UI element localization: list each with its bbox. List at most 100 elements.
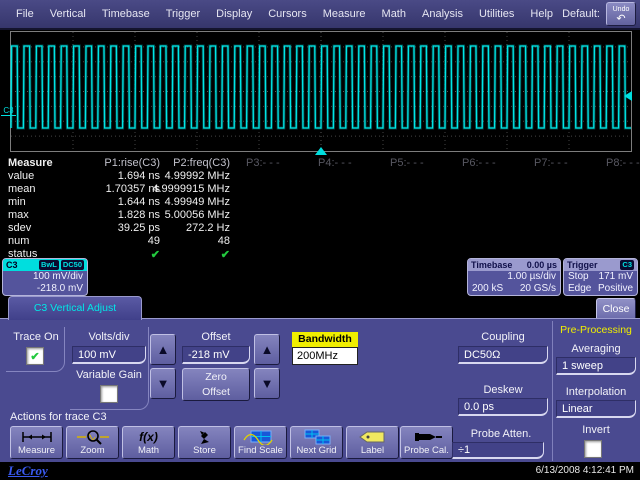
offset-label: Offset bbox=[182, 331, 250, 343]
menu-display[interactable]: Display bbox=[216, 8, 252, 20]
probe-cal-icon bbox=[401, 429, 452, 445]
menu-timebase[interactable]: Timebase bbox=[102, 8, 150, 20]
default-label: Default: bbox=[562, 8, 600, 20]
p5-header[interactable]: P5:- - - bbox=[390, 157, 454, 169]
action-label: Next Grid bbox=[291, 445, 342, 456]
channel-zero-marker[interactable]: C3 bbox=[1, 106, 16, 116]
measure-row-max: max 1.828 ns 5.00056 MHz bbox=[0, 209, 640, 222]
timebase-title: Timebase bbox=[471, 259, 512, 271]
probe-atten-field[interactable]: ÷1 bbox=[452, 442, 544, 459]
volts-div-field[interactable]: 100 mV bbox=[72, 346, 146, 364]
trigger-mode: Stop bbox=[568, 271, 589, 283]
next-grid-icon bbox=[291, 429, 342, 445]
menu-file[interactable]: File bbox=[16, 8, 34, 20]
label-icon bbox=[347, 429, 398, 445]
offset-field[interactable]: -218 mV bbox=[182, 346, 250, 364]
trace-on-checkbox[interactable]: ✔ bbox=[26, 347, 44, 365]
c3-voltsdiv: 100 mV/div bbox=[3, 271, 87, 283]
volts-div-down-button[interactable]: ▼ bbox=[150, 368, 176, 399]
zoom-action-button[interactable]: Zoom bbox=[66, 426, 119, 459]
invert-label: Invert bbox=[560, 424, 632, 436]
down-arrow-icon: ▼ bbox=[157, 376, 170, 391]
variable-gain-checkbox[interactable] bbox=[100, 385, 118, 403]
down-arrow-icon: ▼ bbox=[261, 376, 274, 391]
deskew-field[interactable]: 0.0 ps bbox=[458, 398, 548, 416]
up-arrow-icon: ▲ bbox=[261, 342, 274, 357]
c3-title: C3 bbox=[6, 259, 18, 271]
next-grid-action-button[interactable]: Next Grid bbox=[290, 426, 343, 459]
trigger-level-marker-icon[interactable] bbox=[624, 91, 632, 101]
undo-button[interactable]: Undo ↶ bbox=[606, 2, 636, 26]
menu-math[interactable]: Math bbox=[382, 8, 406, 20]
label-action-button[interactable]: Label bbox=[346, 426, 399, 459]
bwl-badge: BwL bbox=[39, 260, 59, 270]
action-label: Math bbox=[123, 445, 174, 456]
timebase-delay: 0.00 µs bbox=[527, 259, 557, 271]
menu-analysis[interactable]: Analysis bbox=[422, 8, 463, 20]
preprocessing-divider bbox=[552, 321, 553, 461]
c3-vertical-adjust-dialog: Trace On ✔ Volts/div 100 mV Variable Gai… bbox=[0, 318, 640, 462]
zoom-icon bbox=[67, 429, 118, 445]
menu-vertical[interactable]: Vertical bbox=[50, 8, 86, 20]
trace-on-label: Trace On bbox=[10, 331, 62, 343]
store-action-button[interactable]: Store bbox=[178, 426, 231, 459]
probe-cal-action-button[interactable]: Probe Cal. bbox=[400, 426, 453, 459]
p8-header[interactable]: P8:- - - bbox=[606, 157, 640, 169]
measure-action-button[interactable]: Measure bbox=[10, 426, 63, 459]
trace-on-check-icon: ✔ bbox=[30, 351, 39, 363]
actions-label: Actions for trace C3 bbox=[10, 411, 150, 423]
trigger-descriptor-box[interactable]: Trigger C3 Stop 171 mV Edge Positive bbox=[563, 258, 638, 296]
menu-measure[interactable]: Measure bbox=[323, 8, 366, 20]
menu-trigger[interactable]: Trigger bbox=[166, 8, 200, 20]
measure-row-sdev: sdev 39.25 ps 272.2 Hz bbox=[0, 222, 640, 235]
trigger-time-marker-icon[interactable] bbox=[315, 147, 327, 155]
p2-sdev: 272.2 Hz bbox=[128, 222, 230, 234]
find-scale-icon bbox=[235, 429, 286, 445]
interpolation-field[interactable]: Linear bbox=[556, 400, 636, 418]
status-bar: LeCroy 6/13/2008 4:12:41 PM bbox=[0, 462, 640, 480]
p2-value: 4.99992 MHz bbox=[128, 170, 230, 182]
menu-bar: File Vertical Timebase Trigger Display C… bbox=[0, 0, 640, 30]
tab-c3-vertical-adjust[interactable]: C3 Vertical Adjust bbox=[8, 296, 142, 320]
trigger-title: Trigger bbox=[567, 259, 598, 271]
undo-icon: ↶ bbox=[616, 13, 625, 25]
find-scale-action-button[interactable]: Find Scale bbox=[234, 426, 287, 459]
offset-down-button[interactable]: ▼ bbox=[254, 368, 280, 399]
math-icon: f(x) bbox=[123, 429, 174, 445]
math-action-button[interactable]: f(x) Math bbox=[122, 426, 175, 459]
action-label: Measure bbox=[11, 445, 62, 456]
p3-header[interactable]: P3:- - - bbox=[246, 157, 310, 169]
bandwidth-label: Bandwidth bbox=[292, 332, 358, 347]
waveform-grid bbox=[10, 31, 632, 152]
p6-header[interactable]: P6:- - - bbox=[462, 157, 526, 169]
menu-utilities[interactable]: Utilities bbox=[479, 8, 514, 20]
volts-div-up-button[interactable]: ▲ bbox=[150, 334, 176, 365]
measure-icon bbox=[11, 429, 62, 445]
p2-header[interactable]: P2:freq(C3) bbox=[128, 157, 230, 169]
p2-max: 5.00056 MHz bbox=[128, 209, 230, 221]
zero-offset-line1: Zero bbox=[205, 371, 227, 383]
coupling-field[interactable]: DC50Ω bbox=[458, 346, 548, 364]
probe-atten-label: Probe Atten. bbox=[455, 428, 547, 440]
preprocessing-label: Pre-Processing bbox=[554, 324, 638, 336]
p4-header[interactable]: P4:- - - bbox=[318, 157, 382, 169]
c3-descriptor-box[interactable]: C3 BwL DC50 100 mV/div -218.0 mV bbox=[2, 258, 88, 296]
trigger-level: 171 mV bbox=[599, 271, 633, 283]
undo-label: Undo bbox=[613, 6, 630, 13]
menu-cursors[interactable]: Cursors bbox=[268, 8, 307, 20]
up-arrow-icon: ▲ bbox=[157, 342, 170, 357]
menu-help[interactable]: Help bbox=[530, 8, 553, 20]
c3-descriptor-header: C3 BwL DC50 bbox=[3, 259, 87, 271]
averaging-field[interactable]: 1 sweep bbox=[556, 357, 636, 375]
oscilloscope-screen: File Vertical Timebase Trigger Display C… bbox=[0, 0, 640, 480]
invert-checkbox[interactable] bbox=[584, 440, 602, 458]
p2-min: 4.99949 MHz bbox=[128, 196, 230, 208]
timebase-descriptor-box[interactable]: Timebase 0.00 µs 1.00 µs/div 200 kS 20 G… bbox=[467, 258, 561, 296]
lecroy-logo: LeCroy bbox=[8, 463, 48, 479]
zero-offset-button[interactable]: Zero Offset bbox=[182, 368, 250, 401]
p2-num: 48 bbox=[128, 235, 230, 247]
bandwidth-select[interactable]: 200MHz bbox=[292, 347, 358, 365]
offset-up-button[interactable]: ▲ bbox=[254, 334, 280, 365]
p7-header[interactable]: P7:- - - bbox=[534, 157, 598, 169]
measure-row-num: num 49 48 bbox=[0, 235, 640, 248]
